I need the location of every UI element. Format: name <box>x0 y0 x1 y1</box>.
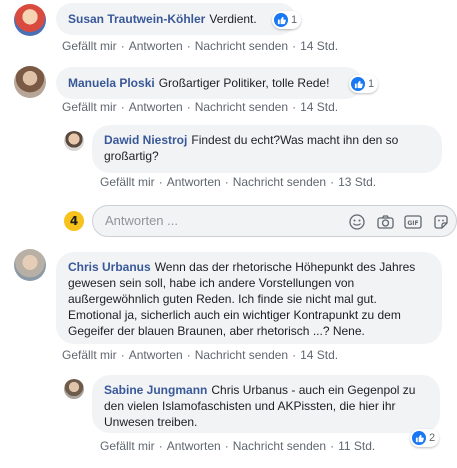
separator: · <box>158 175 163 189</box>
reaction-number: 1 <box>368 78 375 90</box>
reply-action[interactable]: Antworten <box>167 439 221 453</box>
comment-actions: Gefällt mir · Antworten · Nachricht senden · 1… <box>100 175 376 189</box>
separator: · <box>120 348 125 362</box>
comment-actions: Gefällt mir · Antworten · Nachricht senden · 1… <box>62 39 338 53</box>
comment-bubble: Susan Trautwein-Köhler Verdient. <box>56 3 296 35</box>
comment-author[interactable]: Manuela Ploski <box>68 76 155 90</box>
like-action[interactable]: Gefällt mir <box>62 348 117 362</box>
reply-action[interactable]: Antworten <box>129 348 183 362</box>
like-action[interactable]: Gefällt mir <box>100 439 155 453</box>
message-action[interactable]: Nachricht senden <box>195 348 288 362</box>
separator: · <box>292 348 297 362</box>
comment-text: Großartiger Politiker, tolle Rede! <box>158 76 330 90</box>
like-action[interactable]: Gefällt mir <box>100 175 155 189</box>
like-icon <box>274 13 288 27</box>
separator: · <box>330 439 335 453</box>
separator: · <box>330 175 335 189</box>
avatar[interactable] <box>64 131 84 151</box>
separator: · <box>292 39 297 53</box>
reply-action[interactable]: Antworten <box>167 175 221 189</box>
current-user-avatar: 4 <box>64 211 84 231</box>
emoji-icon[interactable] <box>348 213 366 231</box>
timestamp[interactable]: 14 Std. <box>300 100 338 114</box>
sticker-icon[interactable] <box>432 213 450 231</box>
reaction-count[interactable]: 1 <box>349 75 379 93</box>
comment-actions: Gefällt mir · Antworten · Nachricht senden · 1… <box>100 439 375 453</box>
comment-bubble: Sabine Jungmann Chris Urbanus - auch ein … <box>92 375 440 433</box>
message-action[interactable]: Nachricht senden <box>233 175 326 189</box>
separator: · <box>120 39 125 53</box>
separator: · <box>186 348 191 362</box>
avatar[interactable] <box>14 4 46 36</box>
separator: · <box>158 439 163 453</box>
reply-action[interactable]: Antworten <box>129 100 183 114</box>
avatar[interactable] <box>14 66 46 98</box>
separator: · <box>224 175 229 189</box>
reply-input[interactable] <box>105 213 325 228</box>
like-icon <box>412 431 426 445</box>
comment-bubble: Chris Urbanus Wenn das der rhetorische Hö… <box>56 252 442 344</box>
separator: · <box>292 100 297 114</box>
reaction-number: 1 <box>291 14 298 26</box>
comment-actions: Gefällt mir · Antworten · Nachricht senden · 1… <box>62 348 338 362</box>
comment-bubble: Manuela Ploski Großartiger Politiker, tol… <box>56 67 362 99</box>
avatar[interactable] <box>14 249 46 281</box>
user-avatar-glyph: 4 <box>69 214 79 228</box>
reaction-count[interactable]: 2 <box>410 429 440 447</box>
separator: · <box>120 100 125 114</box>
avatar[interactable] <box>64 379 84 399</box>
svg-text:GIF: GIF <box>407 220 418 227</box>
reaction-count[interactable]: 1 <box>272 11 302 29</box>
comment-author[interactable]: Dawid Niestroj <box>104 133 187 147</box>
reply-box[interactable]: GIF <box>92 205 457 237</box>
like-action[interactable]: Gefällt mir <box>62 39 117 53</box>
like-icon <box>351 77 365 91</box>
reaction-number: 2 <box>429 432 436 444</box>
comment-actions: Gefällt mir · Antworten · Nachricht senden · 1… <box>62 100 338 114</box>
timestamp[interactable]: 13 Std. <box>338 175 376 189</box>
message-action[interactable]: Nachricht senden <box>195 39 288 53</box>
separator: · <box>224 439 229 453</box>
comment-bubble: Dawid Niestroj Findest du echt?Was macht … <box>92 125 442 173</box>
comment-author[interactable]: Chris Urbanus <box>68 260 151 274</box>
camera-icon[interactable] <box>376 213 394 231</box>
separator: · <box>186 100 191 114</box>
timestamp[interactable]: 14 Std. <box>300 39 338 53</box>
comment-author[interactable]: Susan Trautwein-Köhler <box>68 12 205 26</box>
comment-author[interactable]: Sabine Jungmann <box>104 383 207 397</box>
timestamp[interactable]: 11 Std. <box>338 439 375 453</box>
like-action[interactable]: Gefällt mir <box>62 100 117 114</box>
message-action[interactable]: Nachricht senden <box>195 100 288 114</box>
reply-action[interactable]: Antworten <box>129 39 183 53</box>
separator: · <box>186 39 191 53</box>
comment-text: Verdient. <box>209 12 257 26</box>
gif-icon[interactable]: GIF <box>404 213 422 231</box>
timestamp[interactable]: 14 Std. <box>300 348 338 362</box>
message-action[interactable]: Nachricht senden <box>233 439 326 453</box>
